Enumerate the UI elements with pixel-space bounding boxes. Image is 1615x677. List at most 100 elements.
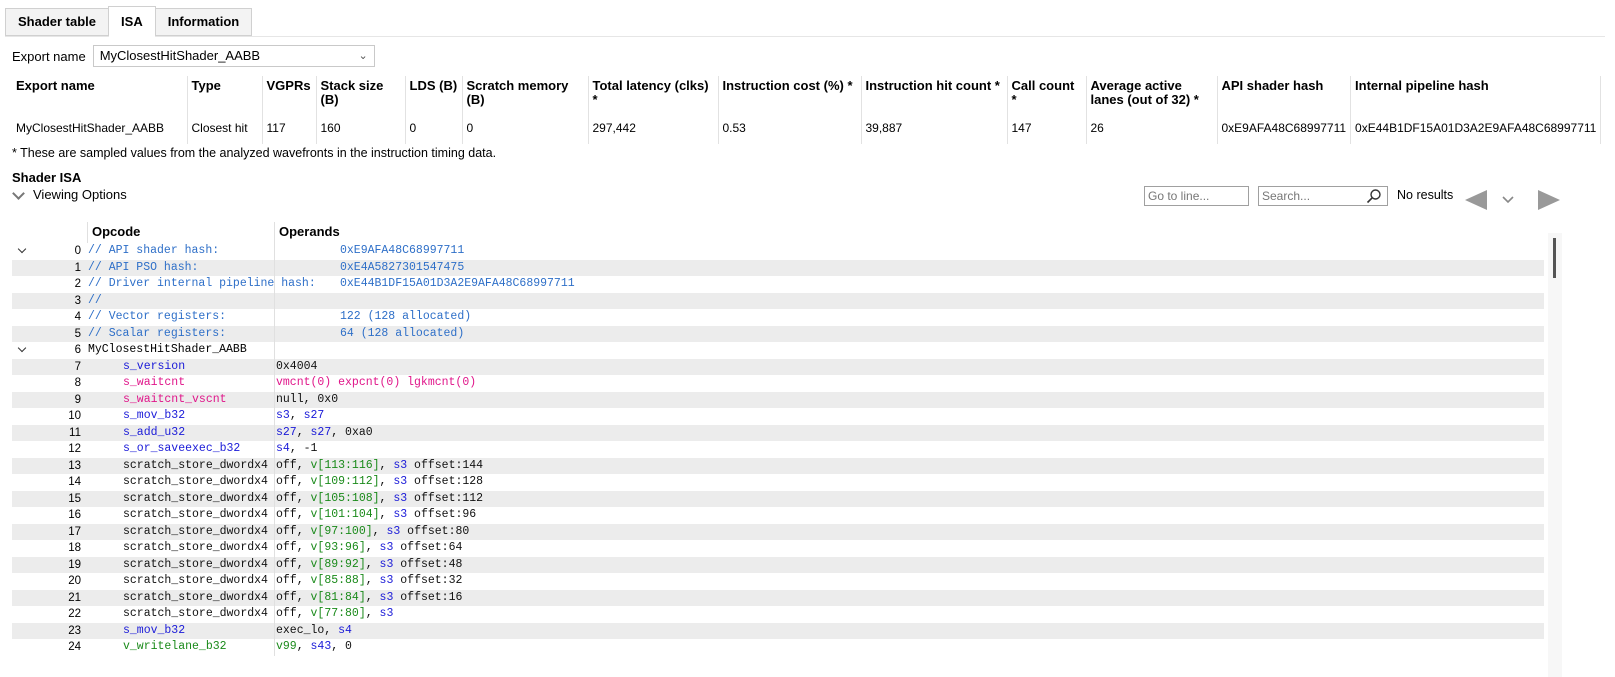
line-number: 3 (12, 293, 88, 310)
isa-row[interactable]: 2 // Driver internal pipeline hash: 0xE44B… (12, 276, 1544, 293)
header-total-latency[interactable]: Total latency (clks) * (588, 76, 719, 114)
cell-total-latency: 297,442 (588, 114, 719, 144)
header-scratch-memory[interactable]: Scratch memory (B) (462, 76, 589, 114)
isa-comment: // Driver internal pipeline hash: (88, 277, 316, 290)
header-stack-size[interactable]: Stack size (B) (316, 76, 406, 114)
isa-opcode: s_mov_b32 (123, 623, 186, 637)
isa-row[interactable]: 6 MyClosestHitShader_AABB (12, 342, 1544, 359)
isa-row[interactable]: 4 // Vector registers: 122 (128 allocated) (12, 309, 1544, 326)
previous-result-icon[interactable] (1465, 190, 1487, 210)
isa-row[interactable]: 23 s_mov_b32 exec_lo, s4 (12, 622, 1544, 639)
line-number-text: 22 (68, 608, 81, 620)
export-name-dropdown[interactable]: MyClosestHitShader_AABB ⌄ (92, 45, 375, 67)
line-number: 2 (12, 276, 88, 293)
isa-row[interactable]: 12 s_or_saveexec_b32 s4, -1 (12, 441, 1544, 458)
header-instruction-hit-count[interactable]: Instruction hit count * (861, 76, 1008, 114)
line-number-text: 17 (68, 525, 81, 538)
expand-chevron-icon[interactable] (17, 342, 29, 358)
isa-row[interactable]: 17 scratch_store_dwordx4 off, v[97:100], s… (12, 523, 1544, 540)
isa-opcode-cell: scratch_store_dwordx4 (88, 589, 275, 606)
isa-row[interactable]: 8 s_waitcnt vmcnt(0) expcnt(0) lgkmcnt(0) (12, 375, 1544, 392)
isa-operands: off, v[105:108], s3 offset:112 (275, 491, 483, 508)
line-number-text: 9 (74, 393, 81, 406)
header-average-active-lanes[interactable]: Average active lanes (out of 32) * (1086, 76, 1218, 114)
operand-token: v[93:96] (310, 541, 366, 554)
cell-vgprs: 117 (262, 114, 317, 144)
operand-token: off, (276, 590, 311, 604)
expand-chevron-icon[interactable] (17, 243, 29, 259)
isa-comment-cell: // API shader hash: 0xE9AFA48C68997711 (88, 243, 1544, 260)
isa-row[interactable]: 24 v_writelane_b32 v99, s43, 0 (12, 639, 1544, 656)
operand-token: , (379, 475, 394, 488)
isa-opcode-cell: scratch_store_dwordx4 (88, 606, 275, 623)
isa-row[interactable]: 16 scratch_store_dwordx4 off, v[101:104], … (12, 507, 1544, 524)
header-lds[interactable]: LDS (B) (405, 76, 463, 114)
header-call-count[interactable]: Call count * (1007, 76, 1087, 114)
column-separator (274, 325, 275, 342)
isa-row[interactable]: 21 scratch_store_dwordx4 off, v[81:84], s3… (12, 589, 1544, 606)
opcode-header[interactable]: Opcode (88, 222, 275, 243)
cell-type: Closest hit (187, 114, 263, 144)
go-to-line-input[interactable]: Go to line... (1144, 186, 1249, 206)
operands-header[interactable]: Operands (275, 222, 340, 243)
isa-row[interactable]: 13 scratch_store_dwordx4 off, v[113:116], … (12, 457, 1544, 475)
isa-comment: // API shader hash: (88, 244, 220, 257)
isa-comment-cell: // (88, 292, 1544, 309)
line-number-text: 8 (74, 377, 81, 389)
header-vgprs[interactable]: VGPRs (262, 76, 317, 114)
operand-token: s3 (379, 590, 394, 604)
line-number: 13 (12, 458, 88, 475)
isa-row[interactable]: 19 scratch_store_dwordx4 off, v[89:92], s3… (12, 556, 1544, 574)
isa-row[interactable]: 22 scratch_store_dwordx4 off, v[77:80], s3 (12, 606, 1544, 623)
header-internal-pipeline-hash[interactable]: Internal pipeline hash (1350, 76, 1602, 114)
header-instruction-cost[interactable]: Instruction cost (%) * (718, 76, 862, 114)
isa-row[interactable]: 15 scratch_store_dwordx4 off, v[105:108], … (12, 490, 1544, 508)
isa-row[interactable]: 11 s_add_u32 s27, s27, 0xa0 (12, 424, 1544, 441)
line-number-text: 3 (74, 294, 81, 307)
tab-divider (5, 36, 1605, 37)
isa-opcode-cell: s_add_u32 (88, 424, 275, 441)
isa-scrollbar[interactable] (1548, 233, 1562, 677)
line-number: 16 (12, 507, 88, 524)
isa-header: Opcode Operands (12, 222, 1544, 243)
isa-opcode: s_version (123, 359, 186, 373)
isa-row[interactable]: 3 // (12, 292, 1544, 310)
header-api-shader-hash[interactable]: API shader hash (1217, 76, 1352, 114)
isa-row[interactable]: 18 scratch_store_dwordx4 off, v[93:96], s3… (12, 540, 1544, 557)
next-result-icon[interactable] (1538, 190, 1560, 210)
isa-row[interactable]: 7 s_version 0x4004 (12, 358, 1544, 375)
isa-comment-value: 0xE4A5827301547475 (340, 260, 465, 274)
tab-shader-table[interactable]: Shader table (5, 8, 110, 36)
isa-operands: vmcnt(0) expcnt(0) lgkmcnt(0) (275, 375, 476, 392)
isa-row[interactable]: 1 // API PSO hash: 0xE4A5827301547475 (12, 259, 1544, 276)
isa-row[interactable]: 9 s_waitcnt_vscnt null, 0x0 (12, 391, 1544, 408)
line-number-text: 2 (74, 278, 81, 290)
line-number: 10 (12, 408, 88, 425)
operand-token: v[97:100] (310, 524, 373, 538)
operand-token: v[81:84] (310, 590, 366, 604)
info-table-row[interactable]: MyClosestHitShader_AABB Closest hit 117 … (12, 114, 1602, 144)
operand-token: v[109:112] (310, 475, 380, 488)
scrollbar-thumb[interactable] (1553, 238, 1556, 278)
operand-token: offset:144 (407, 458, 484, 472)
isa-opcode-cell: s_waitcnt (88, 375, 275, 392)
isa-row[interactable]: 14 scratch_store_dwordx4 off, v[109:112], … (12, 474, 1544, 491)
line-number: 12 (12, 441, 88, 458)
line-number-text: 14 (68, 476, 81, 488)
line-number: 0 (12, 243, 88, 260)
operand-token: s3 (379, 541, 394, 554)
header-export-name[interactable]: Export name (12, 76, 188, 114)
header-type[interactable]: Type (187, 76, 263, 114)
isa-row[interactable]: 5 // Scalar registers: 64 (128 allocated) (12, 325, 1544, 342)
chevron-down-icon[interactable] (1501, 193, 1515, 207)
search-icon[interactable] (1366, 188, 1382, 204)
tab-information[interactable]: Information (154, 8, 253, 36)
operand-token: s3 (393, 491, 408, 505)
isa-operands: off, v[77:80], s3 (275, 606, 393, 623)
isa-row[interactable]: 10 s_mov_b32 s3, s27 (12, 408, 1544, 425)
tab-isa[interactable]: ISA (108, 6, 156, 37)
isa-operands: off, v[89:92], s3 offset:48 (275, 557, 462, 574)
isa-row[interactable]: 20 scratch_store_dwordx4 off, v[85:88], s3… (12, 573, 1544, 590)
isa-row[interactable]: 0 // API shader hash: 0xE9AFA48C68997711 (12, 243, 1544, 260)
viewing-options-toggle[interactable]: Viewing Options (12, 187, 127, 202)
